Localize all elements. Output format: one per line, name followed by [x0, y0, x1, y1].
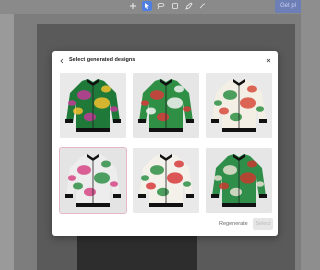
design-grid [59, 73, 272, 215]
design-card[interactable] [133, 73, 199, 138]
chevron-left-icon[interactable] [59, 58, 65, 64]
pen-icon[interactable] [184, 1, 194, 11]
design-card[interactable] [206, 148, 272, 213]
design-card[interactable] [206, 73, 272, 138]
toolbar: Get pl [0, 0, 301, 14]
regenerate-button[interactable]: Regenerate [219, 219, 248, 230]
dialog-footer: Regenerate Select [52, 216, 278, 234]
cursor-icon[interactable] [142, 1, 152, 11]
design-card[interactable] [59, 147, 127, 214]
jacket-image [133, 148, 199, 213]
close-icon[interactable] [266, 58, 271, 63]
jacket-image [133, 73, 199, 138]
crop-icon[interactable] [170, 1, 180, 11]
more-icon[interactable] [198, 1, 208, 11]
left-panel [0, 0, 14, 270]
plus-icon[interactable] [128, 1, 138, 11]
jacket-image [60, 148, 126, 213]
jacket-image [60, 73, 126, 138]
get-button[interactable]: Get pl [274, 0, 301, 13]
dialog-header: Select generated designs [52, 51, 278, 71]
generated-designs-dialog: Select generated designs Regenerate Sele… [52, 51, 278, 236]
dialog-title: Select generated designs [69, 57, 136, 63]
jacket-image [206, 73, 272, 138]
jacket-image [206, 148, 272, 213]
design-card[interactable] [60, 73, 126, 138]
select-button[interactable]: Select [253, 218, 273, 230]
design-card[interactable] [133, 148, 199, 213]
lasso-icon[interactable] [156, 1, 166, 11]
